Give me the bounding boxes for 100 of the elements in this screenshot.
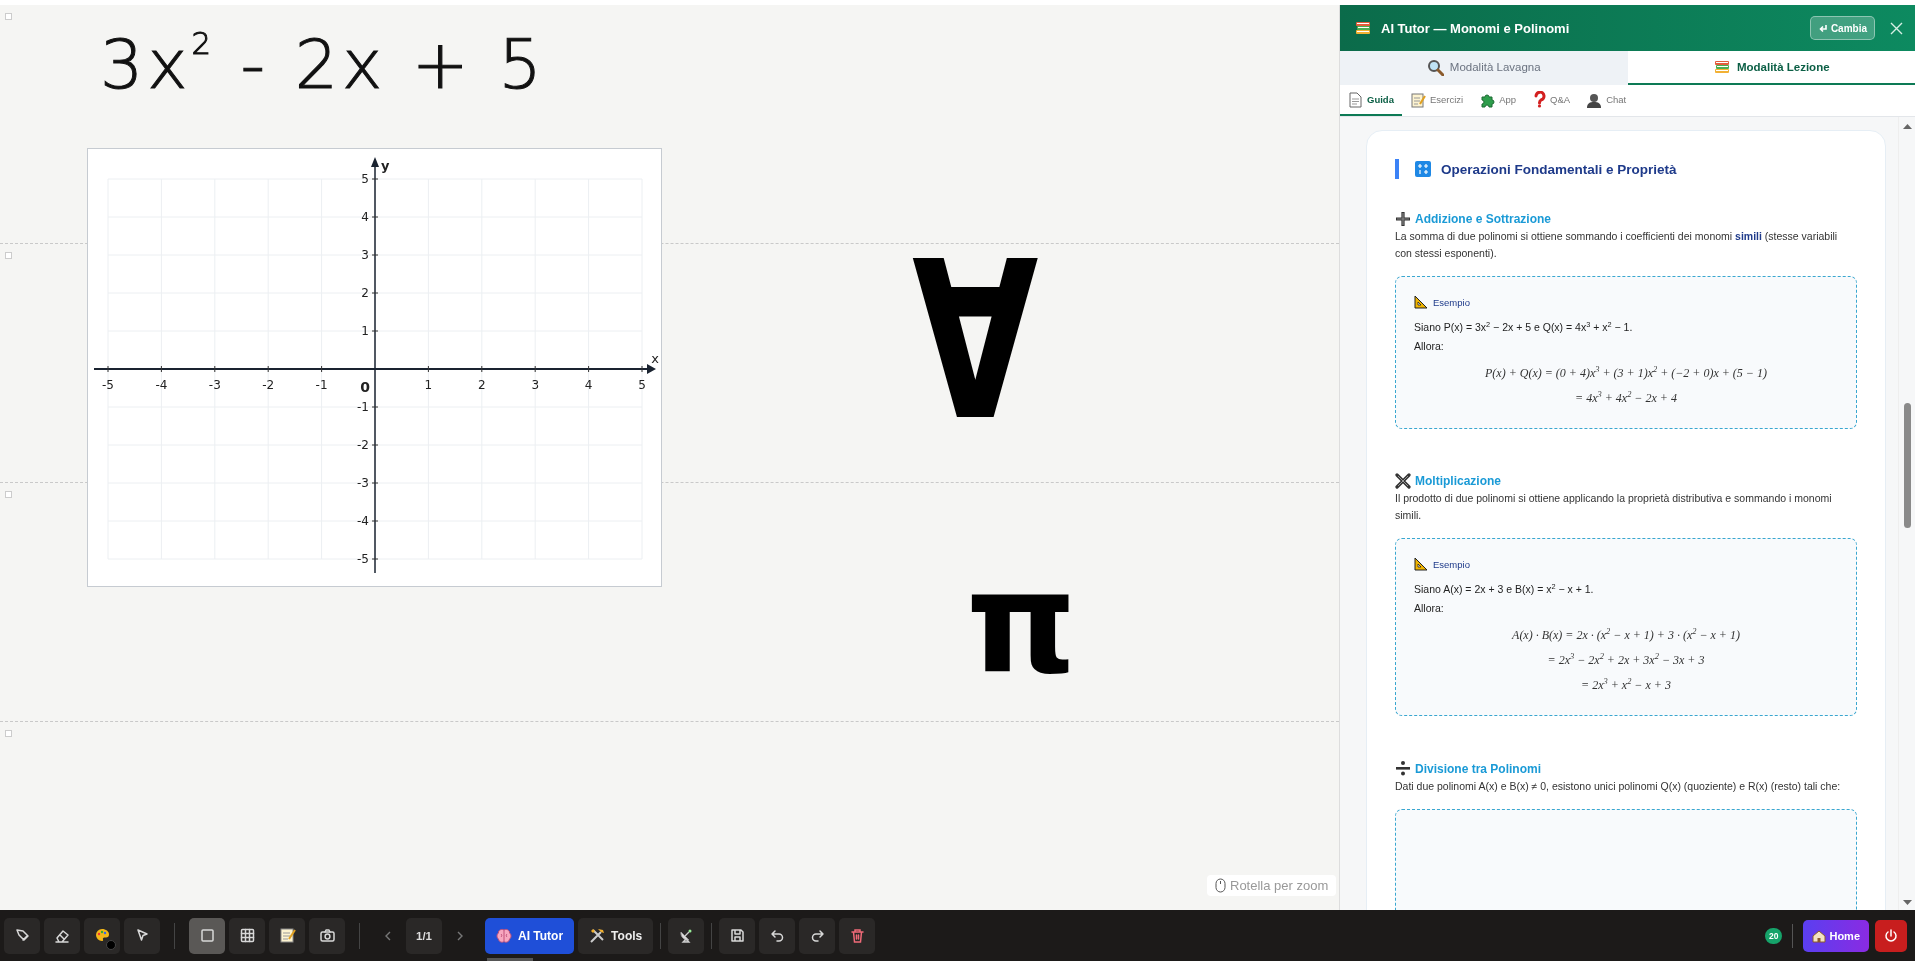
color-dot [106,939,116,950]
cursor-button[interactable] [124,917,160,954]
page-marker [5,13,12,20]
example-label: Esempio [1433,296,1470,308]
count-badge: 20 [1764,927,1783,944]
books-icon [1712,58,1731,76]
origin-label: 0 [360,379,370,395]
tick-label: 2 [361,286,369,300]
scroll-up-icon [1903,123,1912,129]
scroll-down-icon [1903,900,1912,906]
pen-button[interactable] [4,917,40,954]
subsection-title: Addizione e Sottrazione [1415,212,1551,226]
number-grid-icon [1415,161,1431,177]
math-symbol: ∀ [912,233,1039,451]
power-icon [1883,927,1899,944]
example-text: Siano P(x) = 3x$^{2}$ − 2x + 5 e Q(x) = 4x$^{3}$ + x$^{2}$ − 1. [1414,319,1634,335]
eraser-button[interactable] [44,917,80,954]
brain-icon [496,928,512,943]
tab[interactable]: App [1471,85,1525,116]
books-icon [1354,19,1372,37]
tab[interactable]: Guida [1340,85,1402,116]
trash-button[interactable] [839,917,876,954]
tick-label: -5 [102,378,114,392]
square-button[interactable] [189,917,225,954]
tab[interactable]: Esercizi [1401,85,1472,116]
undo-button[interactable] [759,917,796,954]
grid-button[interactable] [229,917,265,954]
return-arrow-icon [1817,23,1828,33]
example-text: Siano A(x) = 2x + 3 e B(x) = x$^{2}$ − x + 1. [1414,581,1595,597]
page-marker [5,730,12,737]
chevron-left-icon [384,930,392,941]
house-icon [1812,928,1827,943]
subsection-title: Moltiplicazione [1415,474,1501,488]
math-symbol: π [966,553,1077,693]
scrollbar[interactable] [1898,117,1915,910]
triangle-ruler-icon [1414,557,1428,571]
tick-label: 3 [531,378,539,392]
pen-icon [13,927,31,944]
home-button[interactable]: Home [1803,919,1869,952]
equation: P(x) + Q(x) = (0 + 4)x$^{3}$ + (3 + 1)x$^{2}$ + (−2 + 0)x + (5 − 1) [1484,367,1768,379]
section-title: Operazioni Fondamentali e Proprietà [1441,161,1677,177]
tick-label: -2 [262,378,275,392]
handwritten-formula: 3x$^{2}$ - 2x + 5 [100,25,546,104]
tick-label: 4 [584,378,593,392]
example-label: Esempio [1433,558,1470,570]
tick-label: -4 [155,378,168,392]
mode-tab[interactable]: Modalità Lavagna [1340,51,1628,85]
tab[interactable]: Chat [1578,85,1635,116]
close-button[interactable] [1890,21,1903,35]
tick-label: 2 [478,378,486,392]
tab[interactable]: Q&A [1524,85,1579,116]
equation: = 2x$^{3}$ − 2x$^{2}$ + 2x + 3x$^{2}$ − 3x + 3 [1546,654,1706,666]
ai-tutor-button[interactable]: AI Tutor [485,917,575,954]
tick-label: -4 [357,514,369,528]
page-marker [5,491,12,498]
tick-label: 5 [361,172,369,186]
tick-label: 1 [361,324,369,338]
undo-icon [768,927,786,944]
tick-label: 3 [361,248,369,262]
notepad-button[interactable] [269,917,305,954]
grid-icon [238,927,256,944]
plus-icon [1395,211,1411,227]
scrollbar-thumb[interactable] [1904,403,1911,528]
page-marker [5,252,12,259]
chevron-right-icon [456,930,464,941]
equation: = 4x$^{3}$ + 4x$^{2}$ − 2x + 4 [1574,392,1678,404]
square-icon [198,927,216,944]
tick-label: -5 [357,552,369,566]
camera-icon [318,927,336,944]
switch-button[interactable]: Cambia [1809,16,1875,40]
camera-button[interactable] [309,917,345,954]
satellite-dish-button[interactable] [668,917,705,954]
equation: = 2x$^{3}$ + x$^{2}$ − x + 3 [1580,679,1672,691]
example-text: Allora: [1414,601,1445,616]
trash-icon [848,927,866,944]
tools-button[interactable]: Tools [578,917,654,954]
palette-button[interactable] [84,917,120,954]
tick-label: 4 [361,210,369,224]
tick-label: 1 [424,378,433,392]
notepad-icon [1409,91,1426,108]
example-text: Allora: [1414,339,1445,354]
power-button[interactable] [1875,919,1907,952]
equation: A(x) · B(x) = 2x · (x$^{2}$ − x + 1) + 3 · (x$^{2}$ − x + 1) [1510,629,1741,641]
save-icon [728,927,746,944]
panel-title: AI Tutor — Monomi e Polinomi [1381,20,1571,36]
eraser-icon [53,927,71,944]
redo-button[interactable] [799,917,836,954]
save-button[interactable] [719,917,756,954]
page-indicator: 1/1 [406,917,442,954]
tick-label: -1 [315,378,328,392]
tick-label: -2 [357,438,369,452]
axis-label: y [381,158,390,173]
palette-icon [93,927,111,944]
cross-icon [1395,473,1411,489]
divide-icon [1395,760,1411,777]
tick-label: -3 [357,476,369,490]
subsection-title: Divisione tra Polinomi [1415,761,1542,776]
puzzle-icon [1479,91,1496,108]
hammer-wrench-icon [589,927,606,944]
mouse-icon [1215,878,1226,893]
